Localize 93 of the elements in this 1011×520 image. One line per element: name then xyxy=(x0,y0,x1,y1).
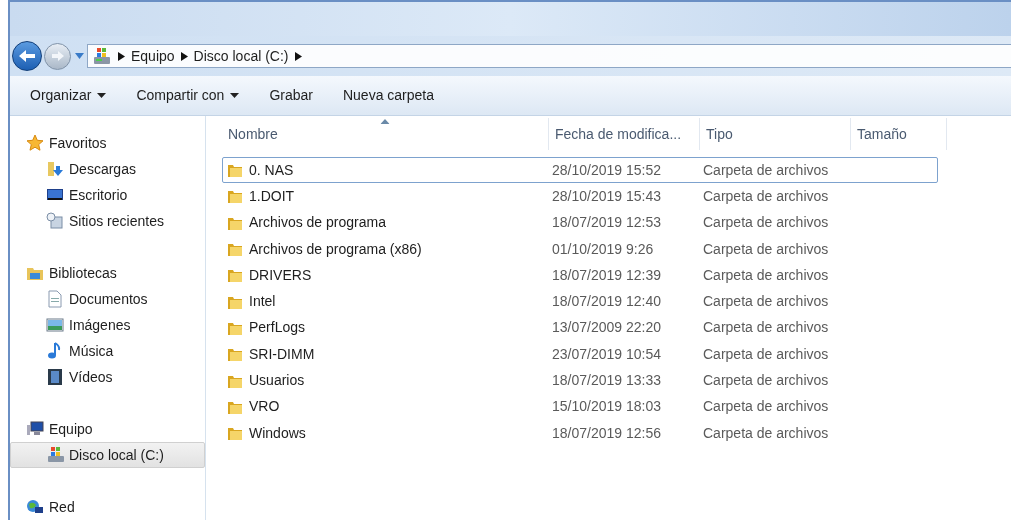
sidebar-group[interactable]: Equipo xyxy=(26,416,205,442)
breadcrumb-arrow-icon[interactable] xyxy=(180,51,188,61)
download-folder-icon xyxy=(46,160,64,178)
modified-date: 28/10/2019 15:43 xyxy=(551,186,662,206)
file-row[interactable]: Archivos de programa (x86) 01/10/2019 9:26 Carpeta de archivos xyxy=(222,235,938,263)
breadcrumb-arrow-icon[interactable] xyxy=(118,51,125,61)
sidebar-item[interactable]: Escritorio xyxy=(10,182,205,208)
film-strip-icon xyxy=(46,368,64,386)
address-field[interactable]: Equipo Disco local (C:) xyxy=(87,44,1011,68)
file-type: Carpeta de archivos xyxy=(702,423,830,443)
sidebar-group[interactable]: Favoritos xyxy=(26,130,205,156)
modified-date: 18/07/2019 12:40 xyxy=(551,292,662,312)
breadcrumb-arrow-icon[interactable] xyxy=(294,51,302,61)
star-icon xyxy=(26,134,44,152)
modified-date: 15/10/2019 18:03 xyxy=(551,397,662,417)
drive-icon xyxy=(92,47,112,65)
file-name: 0. NAS xyxy=(249,160,294,180)
sidebar-group[interactable]: Red xyxy=(26,494,205,520)
sidebar-item[interactable]: Vídeos xyxy=(10,364,205,390)
file-name: Windows xyxy=(249,423,306,443)
folder-icon xyxy=(227,425,243,442)
file-name: SRI-DIMM xyxy=(249,344,315,364)
file-row[interactable]: VRO 15/10/2019 18:03 Carpeta de archivos xyxy=(222,393,938,420)
computer-icon xyxy=(26,420,44,438)
caret-icon xyxy=(97,93,107,98)
file-row[interactable]: SRI-DIMM 23/07/2019 10:54 Carpeta de archivos xyxy=(222,341,938,368)
breadcrumb-item[interactable]: Disco local (C:) xyxy=(193,45,289,67)
sidebar-item[interactable]: Disco local (C:) xyxy=(10,442,205,468)
modified-date: 01/10/2019 9:26 xyxy=(551,239,655,259)
toolbar-button[interactable]: Grabar xyxy=(259,82,323,109)
sidebar-item[interactable]: Documentos xyxy=(10,286,205,312)
back-button[interactable] xyxy=(12,41,42,71)
clock-window-icon xyxy=(46,212,64,230)
column-header[interactable]: Fecha de modifica... xyxy=(549,118,700,150)
document-icon xyxy=(46,290,64,308)
file-row[interactable]: PerfLogs 13/07/2009 22:20 Carpeta de archivos xyxy=(222,314,938,342)
modified-date: 18/07/2019 12:39 xyxy=(551,265,662,285)
left-arrow-icon xyxy=(18,49,36,63)
file-type: Carpeta de archivos xyxy=(702,239,830,259)
file-name: PerfLogs xyxy=(249,318,306,338)
caret-icon xyxy=(230,93,240,98)
folder-icon xyxy=(227,188,243,205)
file-type: Carpeta de archivos xyxy=(702,186,830,206)
modified-date: 28/10/2019 15:52 xyxy=(551,160,662,180)
file-name: 1.DOIT xyxy=(249,186,295,206)
file-type: Carpeta de archivos xyxy=(702,265,830,285)
globe-network-icon xyxy=(26,498,44,516)
breadcrumb-item[interactable]: Equipo xyxy=(131,45,175,67)
modified-date: 18/07/2019 12:56 xyxy=(551,423,662,443)
column-header[interactable]: Tipo xyxy=(700,118,851,150)
file-row[interactable]: DRIVERS 18/07/2019 12:39 Carpeta de archivos xyxy=(222,262,938,289)
file-name: Archivos de programa xyxy=(249,213,386,233)
file-row[interactable]: 0. NAS 28/10/2019 15:52 Carpeta de archivos xyxy=(222,157,938,184)
dropdown-arrow-icon[interactable] xyxy=(74,53,84,59)
sidebar-item[interactable]: Música xyxy=(10,338,205,364)
drive-icon xyxy=(46,446,64,464)
folder-icon xyxy=(227,162,243,179)
column-header[interactable]: Tamaño xyxy=(851,118,947,150)
file-name: VRO xyxy=(249,397,280,417)
modified-date: 23/07/2019 10:54 xyxy=(551,344,662,364)
modified-date: 18/07/2019 13:33 xyxy=(551,371,662,390)
sidebar-item[interactable]: Descargas xyxy=(10,156,205,182)
file-type: Carpeta de archivos xyxy=(702,213,830,233)
column-header[interactable]: Nombre xyxy=(222,118,549,150)
file-type: Carpeta de archivos xyxy=(702,160,830,180)
file-type: Carpeta de archivos xyxy=(702,371,830,390)
file-type: Carpeta de archivos xyxy=(702,397,830,417)
folder-icon xyxy=(227,241,243,258)
file-name: Archivos de programa (x86) xyxy=(249,239,422,259)
toolbar-button[interactable]: Organizar xyxy=(20,82,117,109)
file-row[interactable]: Usuarios 18/07/2019 13:33 Carpeta de archivos xyxy=(222,367,938,394)
modified-date: 13/07/2009 22:20 xyxy=(551,318,662,338)
sort-arrow-icon xyxy=(380,119,390,124)
file-type: Carpeta de archivos xyxy=(702,318,830,338)
file-type: Carpeta de archivos xyxy=(702,344,830,364)
sidebar-item[interactable]: Imágenes xyxy=(10,312,205,338)
landscape-image-icon xyxy=(46,316,64,334)
file-row[interactable]: Windows 18/07/2019 12:56 Carpeta de archivos xyxy=(222,419,938,447)
toolbar-button[interactable]: Compartir con xyxy=(126,82,250,109)
right-arrow-icon xyxy=(50,50,65,62)
file-name: DRIVERS xyxy=(249,265,312,285)
file-row[interactable]: Archivos de programa 18/07/2019 12:53 Carpeta de archivos xyxy=(222,209,938,236)
folder-icon xyxy=(227,346,243,363)
file-type: Carpeta de archivos xyxy=(702,292,830,312)
sidebar-item[interactable]: Sitios recientes xyxy=(10,208,205,234)
file-row[interactable]: 1.DOIT 28/10/2019 15:43 Carpeta de archivos xyxy=(222,183,938,210)
file-name: Usuarios xyxy=(249,371,305,390)
modified-date: 18/07/2019 12:53 xyxy=(551,213,662,233)
folder-icon xyxy=(227,267,243,284)
file-name: Intel xyxy=(249,292,276,312)
toolbar-button[interactable]: Nueva carpeta xyxy=(332,82,445,109)
sidebar-group[interactable]: Bibliotecas xyxy=(26,260,205,286)
file-row[interactable]: Intel 18/07/2019 12:40 Carpeta de archivos xyxy=(222,288,938,315)
